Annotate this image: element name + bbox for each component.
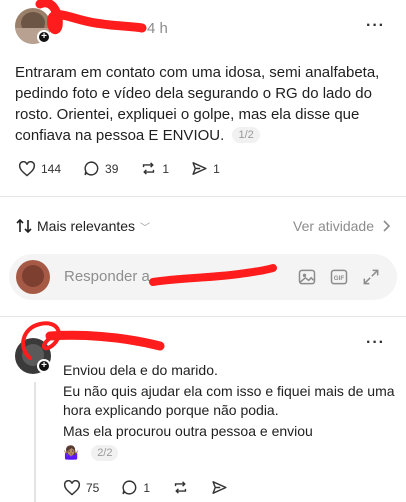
comment-icon: [122, 480, 137, 495]
page-indicator: 2/2: [91, 445, 119, 461]
comment-icon: [84, 161, 99, 176]
shrug-emoji: 🤷🏽‍♀️: [63, 445, 80, 460]
chevron-right-icon: [383, 220, 390, 232]
share-button[interactable]: 1: [191, 160, 220, 177]
comment-line: Eu não quis ajudar ela com isso e fiquei…: [63, 383, 395, 418]
chevron-down-icon: ﹀: [140, 222, 151, 234]
divider: [0, 196, 406, 197]
comment-button[interactable]: 1: [121, 479, 150, 496]
image-icon[interactable]: [297, 267, 317, 287]
view-activity-link[interactable]: Ver atividade: [293, 218, 390, 234]
post-actions: 144 39 1 1: [18, 160, 220, 177]
post-time: 4 h: [147, 20, 168, 37]
post-body-text: Entraram em contato com uma idosa, semi …: [15, 64, 380, 144]
expand-icon[interactable]: [361, 267, 381, 287]
comment-count: 1: [143, 480, 151, 495]
gif-label: GIF: [334, 275, 345, 282]
like-count: 144: [41, 161, 62, 176]
divider: [0, 316, 406, 317]
share-icon: [212, 481, 227, 494]
repost-icon: [143, 162, 155, 175]
post-text: Entraram em contato com uma idosa, semi …: [15, 62, 395, 146]
share-button[interactable]: [211, 479, 228, 496]
reply-box[interactable]: Responder a GIF: [9, 254, 397, 300]
redacted-reply-target: [149, 264, 277, 286]
post: + 4 h ··· Entraram em contato com uma id…: [0, 0, 406, 196]
sort-label: Mais relevantes: [37, 218, 136, 234]
page-indicator: 1/2: [232, 127, 260, 143]
comment-line: Mas ela procurou outra pessoa e enviou: [63, 423, 313, 439]
like-button[interactable]: 75: [63, 479, 100, 496]
comment-actions: 75 1: [63, 479, 228, 496]
comment-line: Enviou dela e do marido.: [63, 362, 218, 378]
more-options-icon[interactable]: ···: [366, 334, 385, 352]
comment-footer: 🤷🏽‍♀️ 2/2: [63, 445, 119, 461]
repost-button[interactable]: 1: [140, 160, 169, 177]
repost-count: 1: [162, 161, 170, 176]
like-button[interactable]: 144: [18, 160, 62, 177]
share-count: 1: [213, 161, 220, 176]
thread-line: [34, 382, 36, 502]
sort-row: Mais relevantes ﹀ Ver atividade: [16, 218, 390, 238]
repost-icon: [174, 481, 187, 494]
like-count: 75: [86, 480, 100, 495]
comment-count: 39: [105, 161, 119, 176]
more-options-icon[interactable]: ···: [366, 17, 385, 35]
view-activity-label: Ver atividade: [293, 218, 374, 234]
reply-input[interactable]: Responder a: [64, 268, 150, 285]
share-icon: [192, 162, 207, 175]
heart-icon: [63, 479, 81, 496]
reply-placeholder-text: Responder a: [64, 268, 150, 285]
comment-text: Enviou dela e do marido. Eu não quis aju…: [63, 361, 403, 441]
repost-button[interactable]: [172, 479, 189, 496]
sort-arrows-icon: [16, 219, 32, 233]
reply-tools: GIF: [297, 267, 381, 287]
redacted-username: [35, 0, 147, 35]
sort-dropdown[interactable]: Mais relevantes ﹀: [16, 218, 150, 234]
comment-button[interactable]: 39: [83, 160, 118, 177]
heart-icon: [18, 160, 36, 177]
gif-icon[interactable]: GIF: [329, 267, 349, 287]
current-user-avatar: [16, 260, 50, 294]
